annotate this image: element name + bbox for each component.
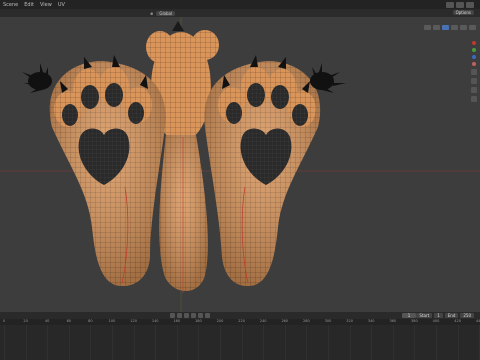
timeline-editor[interactable]: 0 20 40 60 80 100 120 140 160 180 200 220 240 260 280 3…	[0, 319, 480, 360]
grid-icon[interactable]	[471, 96, 477, 102]
frame-ruler[interactable]: 0 20 40 60 80 100 120 140 160 180 200 220 240 260 280 3…	[0, 319, 480, 325]
axis-neg-x-icon[interactable]	[472, 62, 476, 66]
workspace-icon[interactable]	[446, 1, 454, 8]
timeline-grid-line	[457, 325, 459, 360]
timeline-tick-label: 40	[44, 319, 50, 323]
timeline-tick-label: 300	[324, 319, 332, 323]
timeline-grid-line	[90, 325, 92, 360]
viewport-header: ⊕ Global	[0, 9, 480, 17]
transform-orientation-dropdown[interactable]: Global	[156, 10, 176, 16]
timeline-tick-label: 100	[108, 319, 116, 323]
shading-material-icon[interactable]	[460, 25, 467, 30]
timeline-grid-line	[220, 325, 221, 360]
menu-edit[interactable]: Edit	[21, 2, 37, 8]
timeline-tick-label: 20	[23, 319, 28, 323]
timeline-grid-line	[241, 325, 243, 360]
timeline-tick-label: 240	[259, 319, 267, 323]
tail-mesh	[159, 135, 208, 293]
hand-icon[interactable]	[471, 78, 477, 84]
3d-viewport[interactable]	[0, 17, 480, 312]
left-foot-mesh	[22, 55, 166, 287]
xray-icon[interactable]	[442, 25, 449, 30]
axis-z-icon[interactable]	[472, 55, 476, 59]
overlay-icon[interactable]	[433, 25, 440, 30]
menu-scene[interactable]: Scene	[0, 2, 21, 8]
timeline-tick-label: 80	[88, 319, 93, 323]
timeline-grid-line	[198, 325, 200, 360]
timeline-tick-label: 320	[346, 319, 353, 323]
timeline-tick-label: 200	[216, 319, 224, 323]
axis-x-icon[interactable]	[472, 41, 476, 45]
timeline-grid-line	[436, 325, 437, 360]
timeline-grid-line	[133, 325, 135, 360]
workspace-icon[interactable]	[456, 1, 464, 8]
timeline-tick-label: 360	[389, 319, 397, 323]
timeline-grid-line	[263, 325, 265, 360]
timeline-tick-label: 180	[195, 319, 202, 323]
workspace-icon[interactable]	[466, 1, 474, 8]
timeline-grid-line	[4, 325, 5, 360]
start-frame-label: Start	[416, 313, 433, 318]
window-controls	[446, 1, 474, 8]
current-frame-field[interactable]: 1	[402, 313, 416, 318]
jump-end-icon[interactable]	[205, 313, 210, 318]
start-frame-field[interactable]: 1	[434, 313, 443, 318]
timeline-grid-line	[25, 325, 27, 360]
timeline-tick-label: 160	[173, 319, 181, 323]
right-foot-mesh	[204, 55, 346, 287]
axis-y-icon[interactable]	[472, 48, 476, 52]
mesh-canvas	[0, 17, 480, 312]
timeline-tick-label: 420	[454, 319, 461, 323]
transform-orientation-icon[interactable]: ⊕	[150, 11, 153, 16]
timeline-tick-label: 140	[151, 319, 159, 323]
timeline-grid-line	[176, 325, 178, 360]
end-frame-label: End	[444, 313, 459, 318]
jump-start-icon[interactable]	[170, 313, 175, 318]
timeline-tick-label: 60	[66, 319, 72, 323]
timeline-grid-line	[328, 325, 329, 360]
timeline-tick-label: 400	[432, 319, 440, 323]
timeline-tick-label: 380	[411, 319, 418, 323]
navigation-gizmo	[471, 41, 477, 102]
timeline-header: 1 Start 1 End 250	[0, 312, 480, 319]
timeline-tick-label: 440	[475, 319, 480, 323]
timeline-tick-label: 120	[130, 319, 137, 323]
play-reverse-icon[interactable]	[184, 313, 189, 318]
timeline-grid-line	[155, 325, 157, 360]
camera-icon[interactable]	[471, 87, 477, 93]
timeline-tick-label: 280	[303, 319, 310, 323]
menu-uv[interactable]: UV	[55, 2, 68, 8]
end-frame-field[interactable]: 250	[460, 313, 474, 318]
overlay-toggles	[424, 25, 476, 30]
menu-view[interactable]: View	[37, 2, 55, 8]
timeline-tick-label: 0	[2, 319, 6, 323]
timeline-grid-line	[68, 325, 70, 360]
timeline-grid-line	[47, 325, 49, 360]
timeline-grid-line	[306, 325, 308, 360]
zoom-icon[interactable]	[471, 69, 477, 75]
top-menu-bar: Scene Edit View UV	[0, 0, 480, 9]
shading-solid-icon[interactable]	[451, 25, 458, 30]
timeline-grid-line	[284, 325, 286, 360]
options-dropdown[interactable]: Options	[452, 10, 474, 15]
play-icon[interactable]	[191, 313, 196, 318]
playback-controls	[170, 313, 210, 318]
frame-range: Start 1 End 250	[416, 313, 474, 318]
timeline-tick-label: 340	[367, 319, 375, 323]
prev-keyframe-icon[interactable]	[177, 313, 182, 318]
timeline-grid-line	[392, 325, 394, 360]
timeline-grid-line	[112, 325, 113, 360]
shading-rendered-icon[interactable]	[469, 25, 476, 30]
next-keyframe-icon[interactable]	[198, 313, 203, 318]
timeline-grid-line	[349, 325, 351, 360]
timeline-grid-line	[371, 325, 373, 360]
timeline-grid-line	[414, 325, 416, 360]
overlay-icon[interactable]	[424, 25, 431, 30]
timeline-tick-label: 220	[238, 319, 245, 323]
timeline-tick-label: 260	[281, 319, 289, 323]
